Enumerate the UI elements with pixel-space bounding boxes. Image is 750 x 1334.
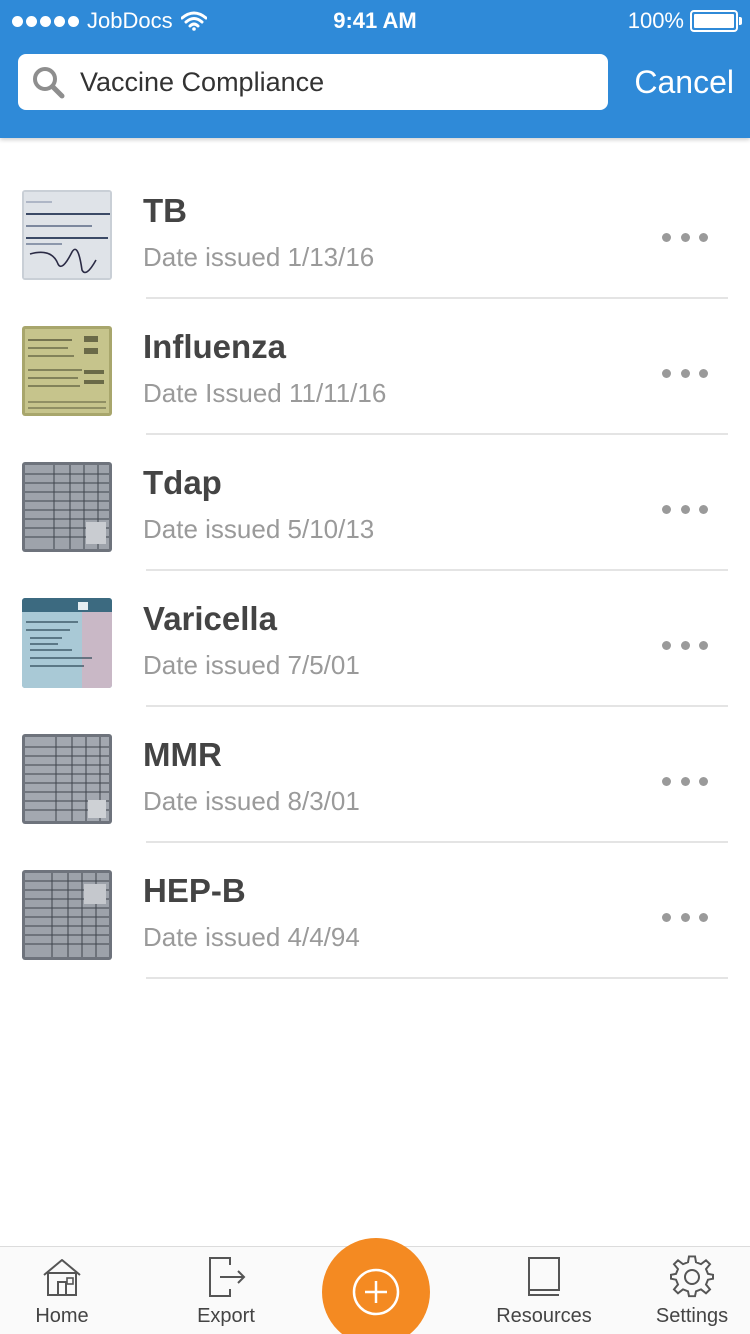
- tab-settings[interactable]: Settings: [650, 1247, 734, 1334]
- export-icon: [209, 1257, 246, 1297]
- status-bar: JobDocs 9:41 AM 100%: [0, 0, 750, 40]
- tab-label: Resources: [496, 1305, 592, 1327]
- document-date: Date Issued 11/11/16: [143, 378, 387, 408]
- more-icon[interactable]: [662, 498, 708, 520]
- app-screen: JobDocs 9:41 AM 100% Cancel: [0, 0, 750, 1334]
- search-box[interactable]: [18, 54, 608, 110]
- header: JobDocs 9:41 AM 100% Cancel: [0, 0, 750, 138]
- cancel-button[interactable]: Cancel: [634, 58, 734, 106]
- add-icon: [352, 1268, 400, 1316]
- home-icon: [43, 1259, 81, 1296]
- document-title: Tdap: [143, 464, 222, 501]
- document-title: Influenza: [143, 328, 287, 365]
- more-icon[interactable]: [662, 362, 708, 384]
- book-icon: [528, 1257, 560, 1296]
- document-thumbnail: [22, 734, 112, 824]
- more-icon[interactable]: [662, 770, 708, 792]
- list-item[interactable]: MMR Date issued 8/3/01: [0, 734, 750, 870]
- status-right: 100%: [627, 8, 742, 34]
- search-icon: [33, 67, 65, 99]
- list-item[interactable]: Varicella Date issued 7/5/01: [0, 598, 750, 734]
- document-title: HEP-B: [143, 872, 246, 909]
- document-thumbnail: [22, 462, 112, 552]
- divider: [146, 433, 728, 435]
- divider: [146, 841, 728, 843]
- gear-icon: [670, 1255, 714, 1298]
- list-item[interactable]: Influenza Date Issued 11/11/16: [0, 326, 750, 462]
- battery-percent: 100%: [627, 8, 684, 33]
- document-thumbnail: [22, 190, 112, 280]
- search-input[interactable]: [80, 66, 580, 98]
- tab-resources[interactable]: Resources: [490, 1247, 598, 1334]
- tab-label: Home: [35, 1305, 89, 1327]
- document-date: Date issued 4/4/94: [143, 922, 360, 952]
- more-icon[interactable]: [662, 226, 708, 248]
- divider: [146, 569, 728, 571]
- tab-label: Export: [197, 1305, 255, 1327]
- document-date: Date issued 7/5/01: [143, 650, 360, 680]
- divider: [146, 297, 728, 299]
- document-thumbnail: [22, 326, 112, 416]
- list-item[interactable]: TB Date issued 1/13/16: [0, 190, 750, 326]
- document-date: Date issued 5/10/13: [143, 514, 375, 544]
- document-thumbnail: [22, 870, 112, 960]
- divider: [146, 705, 728, 707]
- tab-home[interactable]: Home: [22, 1247, 102, 1334]
- more-icon[interactable]: [662, 634, 708, 656]
- more-icon[interactable]: [662, 906, 708, 928]
- divider: [146, 977, 728, 979]
- document-title: TB: [143, 192, 187, 229]
- document-date: Date issued 1/13/16: [143, 242, 375, 272]
- document-date: Date issued 8/3/01: [143, 786, 360, 816]
- battery-icon: [690, 10, 742, 32]
- document-thumbnail: [22, 598, 112, 688]
- document-title: Varicella: [143, 600, 277, 637]
- tab-export[interactable]: Export: [186, 1247, 266, 1334]
- tab-label: Settings: [655, 1305, 729, 1327]
- document-title: MMR: [143, 736, 222, 773]
- list-item[interactable]: Tdap Date issued 5/10/13: [0, 462, 750, 598]
- list-item[interactable]: HEP-B Date issued 4/4/94: [0, 870, 750, 1006]
